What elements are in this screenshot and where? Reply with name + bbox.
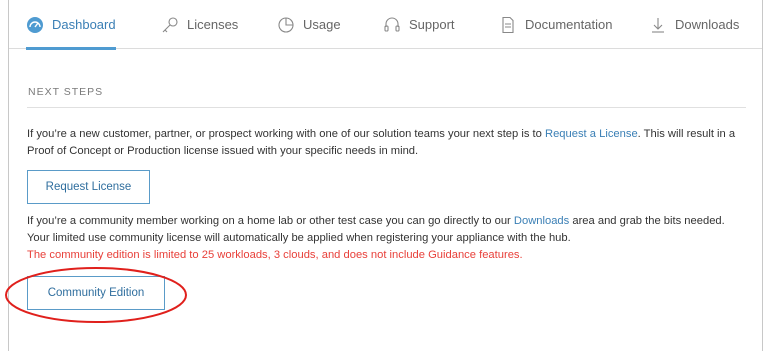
pie-chart-icon — [277, 16, 295, 34]
tab-label: Support — [409, 17, 455, 32]
key-icon — [161, 16, 179, 34]
tab-label: Licenses — [187, 17, 239, 32]
community-edition-button[interactable]: Community Edition — [27, 276, 165, 310]
tab-support[interactable]: Support — [383, 0, 455, 49]
request-license-button[interactable]: Request License — [27, 170, 150, 204]
tab-label: Dashboard — [52, 17, 116, 32]
document-icon — [499, 16, 517, 34]
tab-label: Documentation — [525, 17, 613, 32]
divider — [27, 107, 746, 108]
section-title: NEXT STEPS — [28, 86, 104, 98]
paragraph-text: If you’re a new customer, partner, or pr… — [27, 128, 545, 140]
content-frame: Dashboard Licenses Usage Support Documen… — [8, 0, 763, 351]
tab-label: Downloads — [675, 17, 740, 32]
dashboard-icon — [26, 16, 44, 34]
new-customer-paragraph: If you’re a new customer, partner, or pr… — [27, 126, 737, 160]
tab-label: Usage — [303, 17, 341, 32]
community-paragraph: If you’re a community member working on … — [27, 213, 737, 264]
request-license-link[interactable]: Request a License — [545, 128, 638, 140]
tab-documentation[interactable]: Documentation — [499, 0, 612, 49]
paragraph-text: If you’re a community member working on … — [27, 215, 514, 227]
tab-licenses[interactable]: Licenses — [161, 0, 238, 49]
headset-icon — [383, 16, 401, 34]
downloads-link[interactable]: Downloads — [514, 215, 569, 227]
community-limit-warning: The community edition is limited to 25 w… — [27, 249, 523, 261]
tab-downloads[interactable]: Downloads — [649, 0, 739, 49]
tab-dashboard[interactable]: Dashboard — [26, 0, 116, 50]
download-icon — [649, 16, 667, 34]
tab-usage[interactable]: Usage — [277, 0, 341, 49]
top-nav: Dashboard Licenses Usage Support Documen… — [9, 0, 762, 50]
